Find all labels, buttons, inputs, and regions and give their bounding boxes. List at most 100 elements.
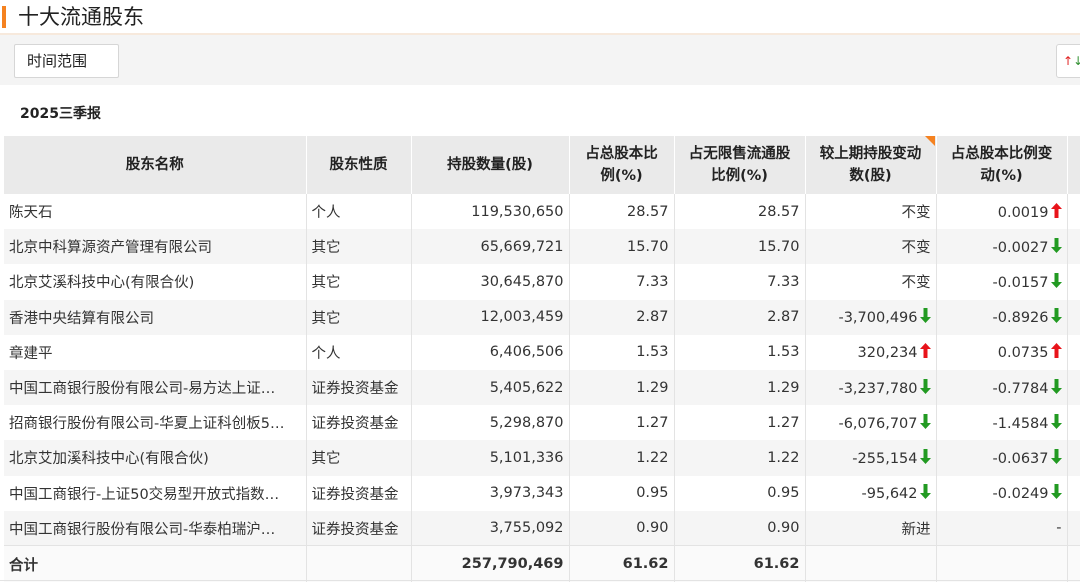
shares-cell-text: 3,973,343 [489,485,564,502]
holder-name-cell: 北京中科算源资产管理有限公司 [4,229,307,265]
title-bar: 十大流通股东 [0,0,1080,35]
pct-float-cell: 1.29 [674,369,806,406]
pct-float-cell: 1.22 [674,440,806,476]
pct-float-cell: 28.57 [674,194,806,230]
header-line: 例(%) [600,168,643,184]
pct-change-cell-text: -0.0249 [992,486,1049,503]
pct-change-cell-text: 0.0019 [997,204,1049,221]
change-cell-text: 320,234 [857,345,918,362]
change-cell: 不变 [805,229,937,265]
change-cell: -95,642 [805,475,937,511]
arrow-down-icon [1050,448,1062,464]
holder-type-cell: 其它 [306,264,412,300]
table-row[interactable]: 中国工商银行股份有限公司-易方达上证… 证券投资基金 5,405,622 1.29 1.… [4,369,1080,406]
holder-type-cell-text: 其它 [311,310,341,327]
header-line: 占总股本比例变 [950,146,1053,162]
holder-name-cell: 北京艾加溪科技中心(有限合伙) [4,440,307,476]
pct-total-cell-text: 7.33 [636,273,669,290]
header-holder-type: 股东性质 [306,136,412,194]
table-row[interactable]: 招商银行股份有限公司-华夏上证科创板5… 证券投资基金 5,298,870 1.27 1… [4,405,1080,441]
pct-float-cell-text: 0.90 [767,520,800,537]
table-row[interactable]: 章建平 个人 6,406,506 1.53 1.53 320,234 0.0735 [4,334,1080,370]
sort-indicator-icon [924,136,935,146]
holder-type-cell: 其它 [306,229,412,265]
table-bottom-divider [0,580,1080,581]
arrow-down-icon [919,448,931,464]
shares-cell: 3,973,343 [411,475,570,511]
pct-float-cell: 1.27 [674,405,806,441]
table-row[interactable]: 陈天石 个人 119,530,650 28.57 28.57 不变 0.0019 [4,194,1080,230]
arrow-down-icon [1050,237,1062,253]
shares-cell-text: 5,405,622 [489,379,564,396]
table-row[interactable]: 中国工商银行股份有限公司-华泰柏瑞沪… 证券投资基金 3,755,092 0.90 0.… [4,510,1080,546]
header-pct-float: 占无限售流通股 比例(%) [674,136,806,194]
holder-type-cell-text: 其它 [311,240,341,257]
total-change-cell [805,545,937,582]
shares-cell: 30,645,870 [411,264,570,300]
spacer-cell [1067,334,1080,370]
pct-change-cell: -0.7784 [936,369,1068,406]
pct-float-cell: 15.70 [674,229,806,265]
header-pct-total: 占总股本比 例(%) [569,136,675,194]
total-shares-cell: 257,790,469 [411,545,570,582]
holder-type-cell: 证券投资基金 [306,405,412,441]
arrow-down-icon [1050,413,1062,429]
pct-change-cell: -0.0157 [936,264,1068,300]
shares-cell-text: 119,530,650 [471,203,564,220]
sort-toggle-button[interactable]: ↑↓ [1056,44,1080,78]
pct-change-cell-text: -0.0637 [992,450,1049,467]
change-cell-text: -3,700,496 [838,310,918,327]
pct-float-cell: 2.87 [674,299,806,335]
pct-change-cell-text: -0.7784 [992,380,1049,397]
shares-cell-text: 5,101,336 [489,449,564,466]
table-row[interactable]: 北京中科算源资产管理有限公司 其它 65,669,721 15.70 15.70 不变 -0… [4,229,1080,265]
header-line: 较上期持股变动 [819,146,922,162]
time-range-button[interactable]: 时间范围 [14,44,119,78]
header-change[interactable]: 较上期持股变动 数(股) [805,136,937,194]
holder-name-cell: 陈天石 [4,194,307,230]
pct-change-cell: - [936,510,1068,546]
arrow-up-icon [1050,343,1062,359]
pct-total-cell: 2.87 [569,299,675,335]
holder-type-cell: 证券投资基金 [306,510,412,546]
holder-name-cell-text: 香港中央结算有限公司 [9,310,154,327]
pct-total-cell: 0.90 [569,510,675,546]
pct-change-cell: -1.4584 [936,405,1068,441]
pct-float-cell-text: 7.33 [767,273,800,290]
change-cell-text: 不变 [901,240,931,257]
pct-float-cell: 7.33 [674,264,806,300]
table-row[interactable]: 北京艾加溪科技中心(有限合伙) 其它 5,101,336 1.22 1.22 -255,1… [4,440,1080,476]
spacer-cell [1067,194,1080,230]
pct-float-cell-text: 1.22 [767,449,800,466]
top-shareholders-table: 股东名称 股东性质 持股数量(股) 占总股本比 例(%) 占无限售流通股 比例(%) 较上期持… [4,136,1080,582]
holder-name-cell-text: 中国工商银行-上证50交易型开放式指数… [9,486,280,503]
page-title: 十大流通股东 [18,5,144,29]
table-row[interactable]: 北京艾溪科技中心(有限合伙) 其它 30,645,870 7.33 7.33 不变 -0.0… [4,264,1080,300]
holder-name-cell: 中国工商银行股份有限公司-易方达上证… [4,369,307,406]
spacer-cell [1067,264,1080,300]
change-cell: -3,237,780 [805,369,937,406]
pct-change-cell-text: - [1056,520,1062,537]
filter-bar: 时间范围 ↑↓ [0,35,1080,85]
pct-float-cell-text: 1.53 [767,344,800,361]
header-pct-change: 占总股本比例变 动(%) [936,136,1068,194]
pct-total-cell: 1.22 [569,440,675,476]
pct-total-cell-text: 28.57 [626,203,669,220]
pct-change-cell: -0.0637 [936,440,1068,476]
pct-float-cell-text: 15.70 [757,238,800,255]
holder-name-cell-text: 北京中科算源资产管理有限公司 [9,240,212,257]
table-row[interactable]: 香港中央结算有限公司 其它 12,003,459 2.87 2.87 -3,700,496… [4,299,1080,335]
header-line: 持股数量(股) [447,157,533,173]
header-line: 股东性质 [329,157,388,173]
shares-cell: 3,755,092 [411,510,570,546]
table-row[interactable]: 中国工商银行-上证50交易型开放式指数… 证券投资基金 3,973,343 0.95 0… [4,475,1080,511]
pct-total-cell: 1.53 [569,334,675,370]
holder-type-cell-text: 证券投资基金 [311,416,399,433]
pct-total-cell-text: 15.70 [626,238,669,255]
holder-name-cell-text: 中国工商银行股份有限公司-易方达上证… [9,381,276,398]
change-cell-text: 不变 [901,275,931,292]
pct-total-cell-text: 1.27 [636,414,669,431]
header-holder-name: 股东名称 [4,136,307,194]
holder-type-cell: 证券投资基金 [306,475,412,511]
shares-cell: 5,101,336 [411,440,570,476]
